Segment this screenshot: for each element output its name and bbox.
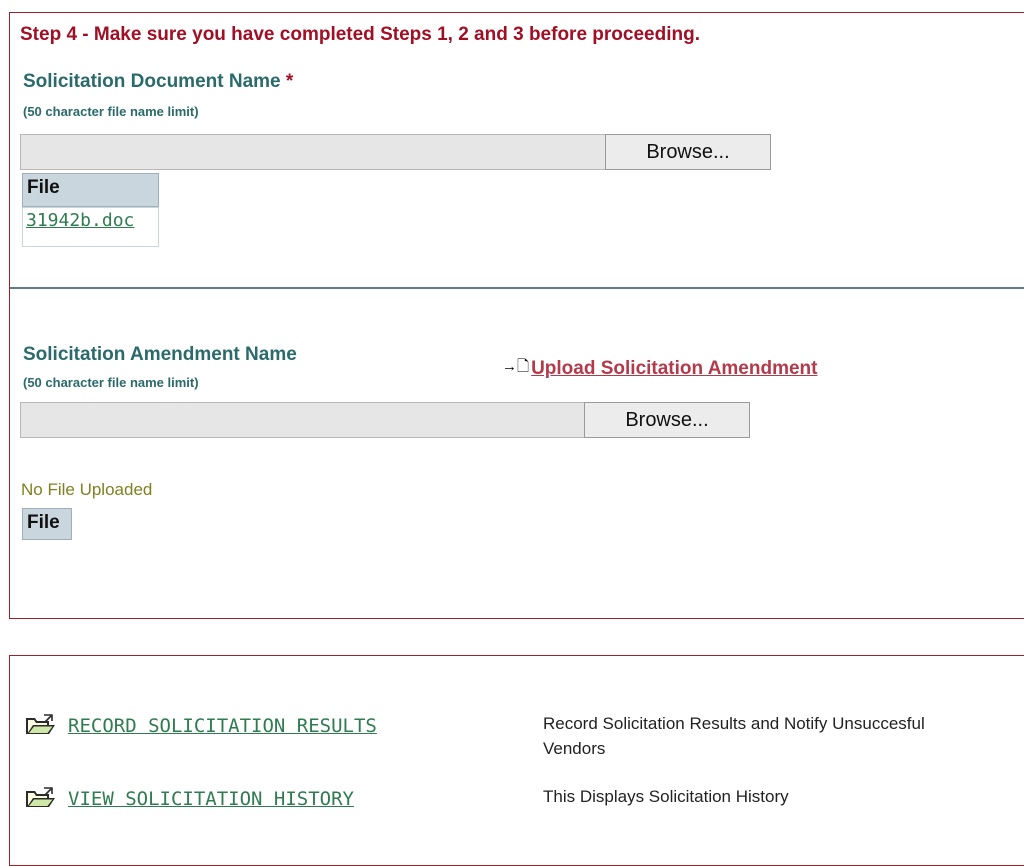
record-solicitation-results-link[interactable]: RECORD SOLICITATION RESULTS xyxy=(68,715,377,737)
upload-file-icon: →🗋 xyxy=(502,358,530,375)
document-file-input[interactable] xyxy=(20,134,616,170)
amendment-name-label: Solicitation Amendment Name xyxy=(23,344,297,365)
open-folder-icon[interactable] xyxy=(24,786,56,810)
amendment-file-input[interactable] xyxy=(20,402,595,438)
document-file-header: File xyxy=(22,173,159,207)
document-file-table: File 31942b.doc xyxy=(22,173,159,247)
no-file-uploaded-text: No File Uploaded xyxy=(21,480,153,499)
required-asterisk: * xyxy=(285,71,294,92)
open-folder-icon[interactable] xyxy=(24,713,56,737)
document-hint: (50 character file name limit) xyxy=(23,104,199,119)
step4-panel: Step 4 - Make sure you have completed St… xyxy=(9,12,1024,619)
document-file-row: 31942b.doc xyxy=(22,207,159,247)
amendment-file-header: File xyxy=(22,508,72,540)
upload-amendment-link[interactable]: Upload Solicitation Amendment xyxy=(531,358,817,380)
view-solicitation-history-description: This Displays Solicitation History xyxy=(543,787,789,806)
document-browse-button[interactable]: Browse... xyxy=(605,134,771,170)
actions-panel: RECORD SOLICITATION RESULTS Record Solic… xyxy=(9,655,1024,866)
view-solicitation-history-link[interactable]: VIEW SOLICITATION HISTORY xyxy=(68,788,354,810)
amendment-hint: (50 character file name limit) xyxy=(23,375,199,390)
record-solicitation-results-description: Record Solicitation Results and Notify U… xyxy=(543,714,925,758)
document-name-text: Solicitation Document Name xyxy=(23,71,281,92)
section-divider xyxy=(10,287,1024,289)
document-file-link[interactable]: 31942b.doc xyxy=(26,210,134,231)
amendment-browse-button[interactable]: Browse... xyxy=(584,402,750,438)
step4-title: Step 4 - Make sure you have completed St… xyxy=(20,24,700,45)
upload-amendment-link-wrap[interactable]: →🗋 Upload Solicitation Amendment xyxy=(502,356,817,381)
document-name-label: Solicitation Document Name * xyxy=(23,71,293,93)
